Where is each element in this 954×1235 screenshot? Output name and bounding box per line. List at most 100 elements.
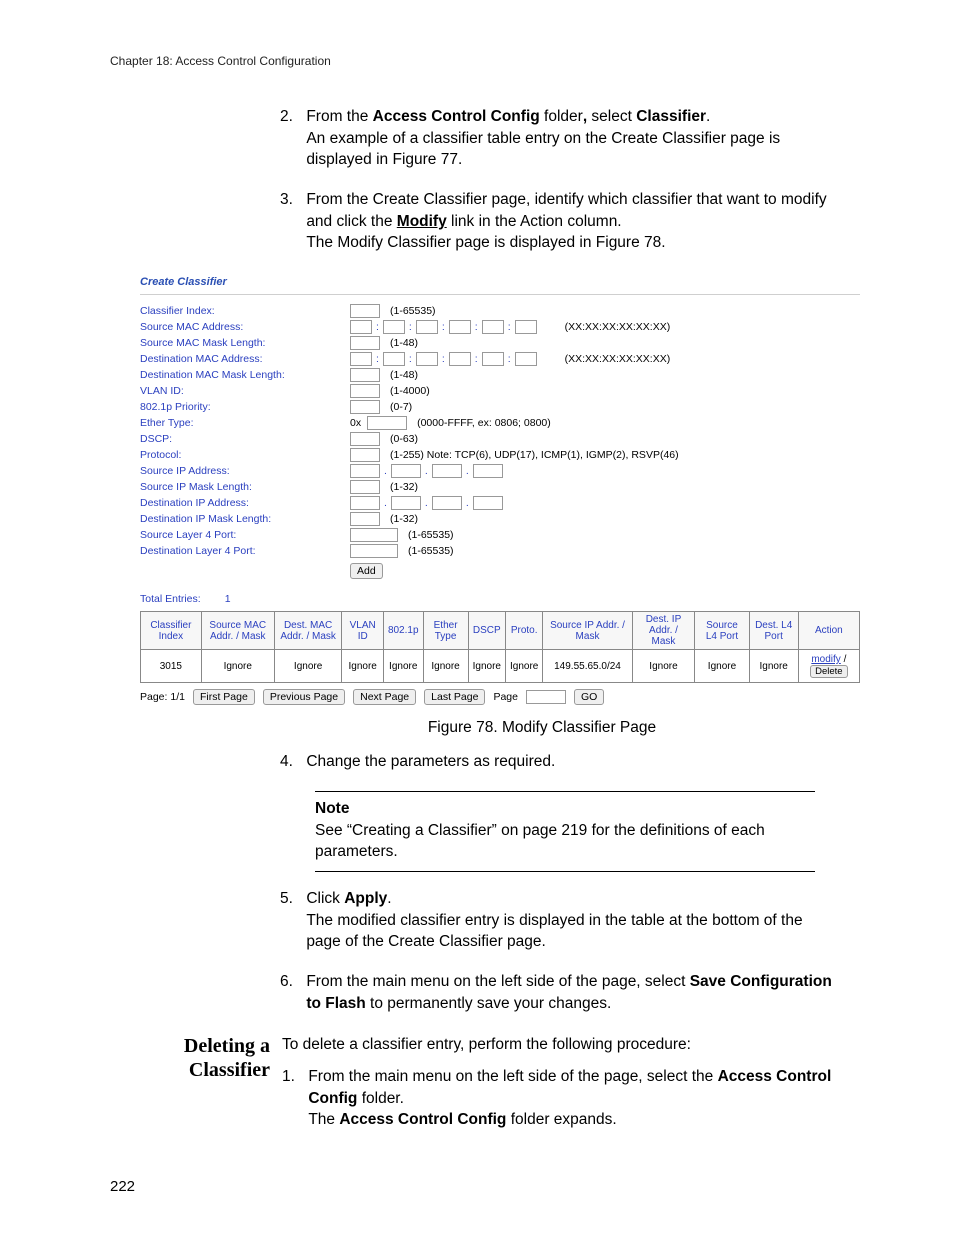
protocol-helper: (1-255) Note: TCP(6), UDP(17), ICMP(1), … bbox=[390, 448, 679, 462]
classifier-index-helper: (1-65535) bbox=[390, 304, 436, 318]
dst-mac-input-2[interactable] bbox=[383, 352, 405, 366]
step-3-bold1: Modify bbox=[397, 213, 447, 230]
dst-mac-mask-label: Destination MAC Mask Length: bbox=[140, 368, 350, 382]
step-5: 5. Click Apply. The modified classifier … bbox=[280, 888, 854, 953]
dst-ip-mask-helper: (1-32) bbox=[390, 512, 418, 526]
step-5-ta: Click bbox=[306, 890, 344, 907]
chapter-header: Chapter 18: Access Control Configuration bbox=[110, 54, 854, 68]
first-page-button[interactable]: First Page bbox=[193, 689, 255, 705]
src-ip-input-3[interactable] bbox=[432, 464, 462, 478]
figure-caption: Figure 78. Modify Classifier Page bbox=[230, 719, 854, 737]
last-page-button[interactable]: Last Page bbox=[424, 689, 485, 705]
page-input[interactable] bbox=[526, 690, 566, 704]
step-2-mid2: select bbox=[587, 108, 636, 125]
dscp-input[interactable] bbox=[350, 432, 380, 446]
step-6-ta: From the main menu on the left side of t… bbox=[306, 973, 689, 990]
th-src-mac: Source MAC Addr. / Mask bbox=[201, 612, 274, 650]
step-3: 3. From the Create Classifier page, iden… bbox=[280, 189, 854, 254]
td-dst-l4: Ignore bbox=[749, 650, 798, 683]
panel-title: Create Classifier bbox=[140, 272, 860, 295]
note-body: See “Creating a Classifier” on page 219 … bbox=[315, 820, 815, 863]
src-mac-mask-input[interactable] bbox=[350, 336, 380, 350]
src-mac-input-5[interactable] bbox=[482, 320, 504, 334]
add-button[interactable]: Add bbox=[350, 563, 383, 579]
src-mac-input-3[interactable] bbox=[416, 320, 438, 334]
th-dscp: DSCP bbox=[468, 612, 505, 650]
step-5-tb: . bbox=[387, 890, 391, 907]
src-mac-input-4[interactable] bbox=[449, 320, 471, 334]
modify-link[interactable]: modify bbox=[811, 654, 840, 665]
dst-ip-mask-input[interactable] bbox=[350, 512, 380, 526]
protocol-label: Protocol: bbox=[140, 448, 350, 462]
dst-ip-input-1[interactable] bbox=[350, 496, 380, 510]
previous-page-button[interactable]: Previous Page bbox=[263, 689, 345, 705]
th-src-ip: Source IP Addr. / Mask bbox=[543, 612, 632, 650]
td-src-l4: Ignore bbox=[695, 650, 749, 683]
step-2-line2: An example of a classifier table entry o… bbox=[306, 130, 780, 169]
deleting-heading: Deleting a Classifier bbox=[110, 1034, 282, 1082]
vlan-id-label: VLAN ID: bbox=[140, 384, 350, 398]
src-ip-input-4[interactable] bbox=[473, 464, 503, 478]
src-ip-input-1[interactable] bbox=[350, 464, 380, 478]
dst-mac-input-5[interactable] bbox=[482, 352, 504, 366]
priority-input[interactable] bbox=[350, 400, 380, 414]
dst-l4-input[interactable] bbox=[350, 544, 398, 558]
dst-ip-mask-label: Destination IP Mask Length: bbox=[140, 512, 350, 526]
dst-ip-input-2[interactable] bbox=[391, 496, 421, 510]
src-ip-mask-input[interactable] bbox=[350, 480, 380, 494]
classifier-index-input[interactable] bbox=[350, 304, 380, 318]
step-6-tb: to permanently save your changes. bbox=[366, 995, 612, 1012]
modify-classifier-screenshot: Create Classifier Classifier Index: (1-65… bbox=[140, 272, 860, 705]
delete-button[interactable]: Delete bbox=[810, 665, 847, 678]
step-2-body: From the Access Control Config folder, s… bbox=[306, 106, 841, 171]
step-5-body: Click Apply. The modified classifier ent… bbox=[306, 888, 841, 953]
classifier-index-label: Classifier Index: bbox=[140, 304, 350, 318]
dst-mac-input-6[interactable] bbox=[515, 352, 537, 366]
step-4-num: 4. bbox=[280, 751, 302, 773]
dst-ip-input-3[interactable] bbox=[432, 496, 462, 510]
vlan-id-input[interactable] bbox=[350, 384, 380, 398]
deleting-step1: 1. From the main menu on the left side o… bbox=[282, 1066, 854, 1131]
protocol-input[interactable] bbox=[350, 448, 380, 462]
src-l4-input[interactable] bbox=[350, 528, 398, 542]
dst-mac-input-1[interactable] bbox=[350, 352, 372, 366]
ether-type-input[interactable] bbox=[367, 416, 407, 430]
th-dst-ip: Dest. IP Addr. / Mask bbox=[632, 612, 695, 650]
src-ip-label: Source IP Address: bbox=[140, 464, 350, 478]
step-4-body: Change the parameters as required. bbox=[306, 751, 841, 773]
step-2-before: From the bbox=[306, 108, 372, 125]
src-mac-input-2[interactable] bbox=[383, 320, 405, 334]
dst-mac-input-4[interactable] bbox=[449, 352, 471, 366]
step-2-after: . bbox=[706, 108, 710, 125]
step-5-line2: The modified classifier entry is display… bbox=[306, 912, 802, 951]
src-ip-mask-label: Source IP Mask Length: bbox=[140, 480, 350, 494]
dst-ip-input-4[interactable] bbox=[473, 496, 503, 510]
th-dst-l4: Dest. L4 Port bbox=[749, 612, 798, 650]
dst-mac-mask-input[interactable] bbox=[350, 368, 380, 382]
th-index: Classifier Index bbox=[141, 612, 202, 650]
src-mac-mask-helper: (1-48) bbox=[390, 336, 418, 350]
dst-mac-input-3[interactable] bbox=[416, 352, 438, 366]
src-l4-helper: (1-65535) bbox=[408, 528, 454, 542]
td-vlan: Ignore bbox=[342, 650, 383, 683]
step-6-body: From the main menu on the left side of t… bbox=[306, 971, 841, 1014]
ether-type-label: Ether Type: bbox=[140, 416, 350, 430]
src-ip-mask-helper: (1-32) bbox=[390, 480, 418, 494]
deleting-section: Deleting a Classifier To delete a classi… bbox=[110, 1034, 854, 1131]
th-ether: Ether Type bbox=[423, 612, 468, 650]
next-page-button[interactable]: Next Page bbox=[353, 689, 416, 705]
priority-helper: (0-7) bbox=[390, 400, 412, 414]
step-2-bold1: Access Control Config bbox=[373, 108, 540, 125]
go-button[interactable]: GO bbox=[574, 689, 604, 705]
dscp-helper: (0-63) bbox=[390, 432, 418, 446]
src-mac-input-1[interactable] bbox=[350, 320, 372, 334]
page-input-label: Page bbox=[493, 691, 518, 703]
priority-label: 802.1p Priority: bbox=[140, 400, 350, 414]
th-action: Action bbox=[798, 612, 859, 650]
step-2-mid1: folder bbox=[540, 108, 583, 125]
src-ip-input-2[interactable] bbox=[391, 464, 421, 478]
del-step1-body: From the main menu on the left side of t… bbox=[308, 1066, 848, 1131]
src-mac-input-6[interactable] bbox=[515, 320, 537, 334]
deleting-intro: To delete a classifier entry, perform th… bbox=[282, 1034, 854, 1056]
th-8021p: 802.1p bbox=[383, 612, 423, 650]
